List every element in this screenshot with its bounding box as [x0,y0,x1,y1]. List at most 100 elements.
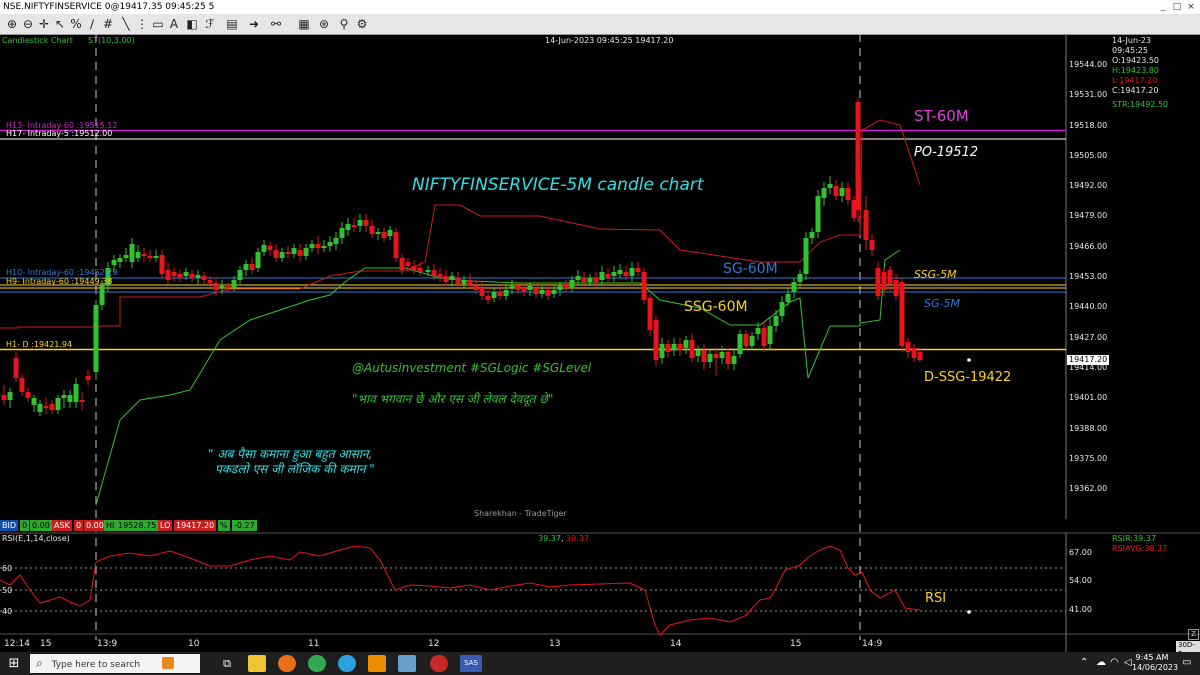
st60-annotation: ST-60M [914,107,969,125]
zoom-out-icon[interactable]: ⊖ [20,16,36,32]
candle-body [99,285,105,305]
indicator-icon[interactable]: ⚲ [336,16,352,32]
ask-value: 0.00 [84,520,106,531]
search-highlight-icon[interactable] [162,657,174,669]
task-view-icon[interactable]: ⧉ [218,655,236,672]
quote1-annotation: "भाव भगवान छे और एस जी लेवल देवदूत छे" [352,392,554,406]
notification-icon[interactable]: ▭ [1182,657,1191,668]
sas-icon[interactable]: SAS [460,655,482,672]
cube-icon[interactable]: ◧ [184,16,200,32]
candle-body [375,232,381,234]
notepad-icon[interactable] [398,655,416,672]
candle-body [387,230,393,236]
candle-body [587,278,593,282]
candle-body [31,398,37,405]
candle-body [515,286,521,290]
candle-body [159,255,165,274]
marker-dot [967,358,971,362]
candle-body [171,272,177,276]
sheet-icon[interactable]: ▦ [296,16,312,32]
taskbar-search-box[interactable]: ⌕ Type here to search [30,654,200,673]
candle-body [491,292,497,298]
ssg60-annotation: SSG-60M [684,299,748,315]
ssg5-annotation: SSG-5M [914,268,957,281]
current-price-tag: 19417.20 [1067,355,1110,365]
hash-icon[interactable]: # [100,16,116,32]
zoom-reset-icon[interactable]: Z [1188,629,1199,640]
time-tick: 13 [549,639,561,649]
candle-body [887,270,893,284]
chrome-icon[interactable] [308,655,326,672]
candle-body [431,270,437,276]
fib-icon[interactable]: ⋮ [134,16,150,32]
text-icon[interactable]: A [166,16,182,32]
candle-body [473,286,479,290]
candle-body [183,272,189,276]
crosshair-icon[interactable]: ✛ [36,16,52,32]
fibonacci-icon[interactable]: ℱ [202,16,218,32]
link-icon[interactable]: ⚯ [268,16,284,32]
candle-body [569,280,575,288]
telegram-icon[interactable] [338,655,356,672]
ohlc-info-panel: 14-Jun-23 09:45:25 O:19423.50 H:19423.80… [1112,36,1168,110]
price-chart[interactable] [0,34,1200,652]
candle-body [207,280,213,283]
windows-start-icon[interactable]: ⊞ [5,655,23,672]
candle-body [37,404,43,412]
candle-body [731,356,737,364]
time-tick: 15 [40,639,52,649]
compass-icon[interactable]: ⊛ [316,16,332,32]
percent-icon[interactable]: % [68,16,84,32]
cursor-icon[interactable]: ↖ [52,16,68,32]
price-tick: 19440.00 [1069,302,1108,311]
settings-icon[interactable]: ⚙ [354,16,370,32]
price-tick: 19492.00 [1069,181,1108,190]
maximize-button[interactable]: □ [1172,2,1182,12]
candle-body [701,350,707,362]
close-button[interactable]: × [1186,2,1196,12]
quote2-line2: पकडलो एस जी लॉजिक की कमान " [215,462,375,476]
arrow-icon[interactable]: ➜ [246,16,262,32]
vlc-icon[interactable] [368,655,386,672]
candle-body [755,328,761,334]
candle-body [665,344,671,352]
search-placeholder: Type here to search [51,660,141,670]
file-explorer-icon[interactable] [248,655,266,672]
box-icon[interactable]: ▭ [150,16,166,32]
tray-chevron-icon[interactable]: ⌃ [1080,657,1088,668]
candle-body [111,260,117,265]
tradetiger-icon[interactable] [430,655,448,672]
candle-body [599,272,605,280]
tray-time: 9:45 AM [1135,653,1169,662]
rsi-annotation: RSI [925,591,947,606]
time-tick: 14:9 [862,639,883,649]
rsi-panel-label: RSI(E,1,14,close) [2,534,70,543]
zoom-in-icon[interactable]: ⊕ [4,16,20,32]
tray-network-icon[interactable]: ☁ [1096,657,1106,668]
candle-body [25,392,31,398]
candle-body [267,246,273,250]
firefox-icon[interactable] [278,655,296,672]
price-tick: 19401.00 [1069,393,1108,402]
candle-body [737,334,743,354]
candle-body [309,244,315,248]
time-tick: 15 [790,639,802,649]
candle-body [623,272,629,276]
candle-body [333,238,339,244]
draw-line-icon[interactable]: ∕ [84,16,100,32]
rsi-axis-tick: 41.00 [1069,605,1092,614]
info-close: C:19417.20 [1112,86,1159,95]
info-date: 14-Jun-23 [1112,36,1152,45]
candle-body [231,280,237,288]
info-open: O:19423.50 [1112,56,1160,65]
tray-clock[interactable]: 9:45 AM 14/06/2023 [1132,653,1178,673]
grid-icon[interactable]: ▤ [224,16,240,32]
tray-volume-icon[interactable]: ◁ [1124,657,1132,668]
minimize-button[interactable]: _ [1158,2,1168,12]
candle-body [881,272,887,290]
trendline-icon[interactable]: ╲ [118,16,134,32]
candle-body [911,348,917,358]
tray-wifi-icon[interactable]: ◠ [1110,657,1119,668]
bid-label: BID [0,520,19,531]
rsi-value-a: 39.37 [538,534,561,543]
